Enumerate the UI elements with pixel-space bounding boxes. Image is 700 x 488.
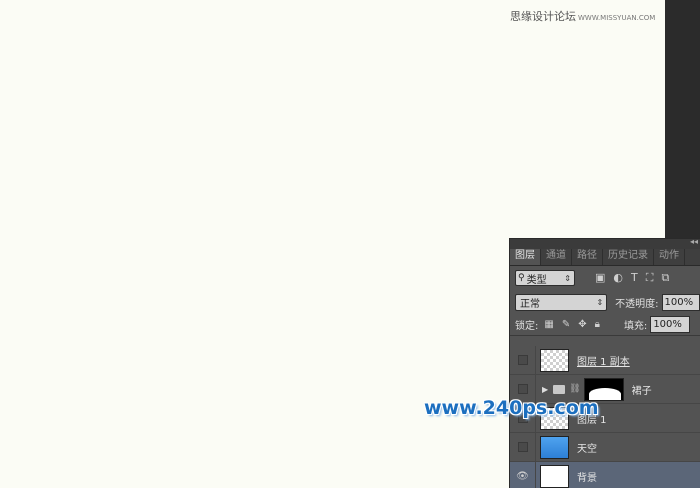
tab-actions[interactable]: 动作 [654, 249, 685, 265]
search-icon: ⚲ [518, 273, 525, 283]
layer-name: 裙子 [631, 385, 652, 397]
expand-arrow-icon[interactable]: ▶ [542, 385, 548, 394]
visibility-slot [517, 442, 528, 452]
opacity-input[interactable]: 100% [661, 293, 700, 311]
fill-label: 填充: [623, 321, 648, 332]
lock-paint-icon[interactable]: ✎ [562, 319, 570, 330]
filter-row: ⚲ 类型 ⇕ ▣ ◐ T ⛶ ⧉ [510, 266, 700, 290]
image-filter-icon[interactable]: ▣ [595, 271, 605, 285]
watermark-text: 思缘设计论坛 [510, 10, 576, 23]
layer-thumbnail [540, 435, 569, 459]
visibility-slot [517, 384, 528, 394]
updown-arrow-icon: ⇕ [564, 273, 571, 283]
opacity-label: 不透明度: [615, 298, 659, 310]
panel-tabs: 图层 通道 路径 历史记录 动作 [510, 249, 700, 266]
site-watermark: 思缘设计论坛 WWW.MISSYUAN.COM [510, 8, 655, 24]
visibility-toggle[interactable] [510, 432, 536, 462]
link-chain-icon[interactable]: ⛓ [569, 384, 580, 394]
visibility-slot [517, 355, 528, 365]
blend-mode-select[interactable]: 正常 ⇕ [515, 293, 608, 311]
layers-panel: ◂◂ 图层 通道 路径 历史记录 动作 ⚲ 类型 ⇕ ▣ ◐ T ⛶ ⧉ 正常 … [509, 237, 700, 488]
type-filter-icon[interactable]: T [631, 271, 638, 285]
filter-icons: ▣ ◐ T ⛶ ⧉ [595, 271, 669, 285]
layer-thumbnail [540, 464, 569, 488]
lock-row: 锁定: ▦ ✎ ✥ 🔒︎ 填充: 100% [510, 314, 700, 336]
fill-input[interactable]: 100% [650, 316, 691, 333]
lock-transparent-icon[interactable]: ▦ [544, 319, 553, 330]
adjustment-filter-icon[interactable]: ◐ [613, 271, 623, 285]
folder-icon [553, 384, 566, 394]
layer-row[interactable]: 天空 [510, 432, 700, 462]
logo-watermark: www.240ps.com [424, 397, 599, 419]
collapse-icon[interactable]: ◂◂ [690, 237, 698, 246]
lock-position-icon[interactable]: ✥ [578, 319, 586, 330]
layer-row[interactable]: 图层 1 副本 [510, 345, 700, 375]
filter-type-label: 类型 [526, 274, 547, 286]
tab-layers[interactable]: 图层 [510, 249, 541, 265]
lock-label: 锁定: [515, 321, 539, 332]
visibility-toggle[interactable]: 👁︎ [510, 461, 536, 488]
watermark-site: WWW.MISSYUAN.COM [578, 14, 656, 22]
lock-all-icon[interactable]: 🔒︎ [595, 319, 600, 330]
layer-name: 背景 [577, 472, 597, 484]
filter-type-select[interactable]: ⚲ 类型 ⇕ [515, 270, 575, 286]
lock-icons: ▦ ✎ ✥ 🔒︎ [544, 319, 600, 330]
smartobject-filter-icon[interactable]: ⧉ [661, 271, 669, 285]
panel-header-bar[interactable]: ◂◂ [510, 237, 700, 249]
layer-name: 图层 1 副本 [577, 356, 630, 368]
eye-icon: 👁︎ [516, 470, 529, 482]
blend-mode-value: 正常 [520, 298, 540, 310]
layer-thumbnail [540, 348, 569, 372]
tab-channels[interactable]: 通道 [541, 249, 572, 265]
tab-history[interactable]: 历史记录 [603, 249, 654, 265]
layer-name: 天空 [577, 443, 597, 455]
blend-row: 正常 ⇕ 不透明度: 100% [510, 290, 700, 314]
tab-paths[interactable]: 路径 [572, 249, 603, 265]
visibility-toggle[interactable] [510, 345, 536, 375]
updown-arrow-icon: ⇕ [596, 297, 604, 307]
shape-filter-icon[interactable]: ⛶ [646, 271, 654, 285]
layer-row[interactable]: 👁︎ 背景 [510, 461, 700, 488]
